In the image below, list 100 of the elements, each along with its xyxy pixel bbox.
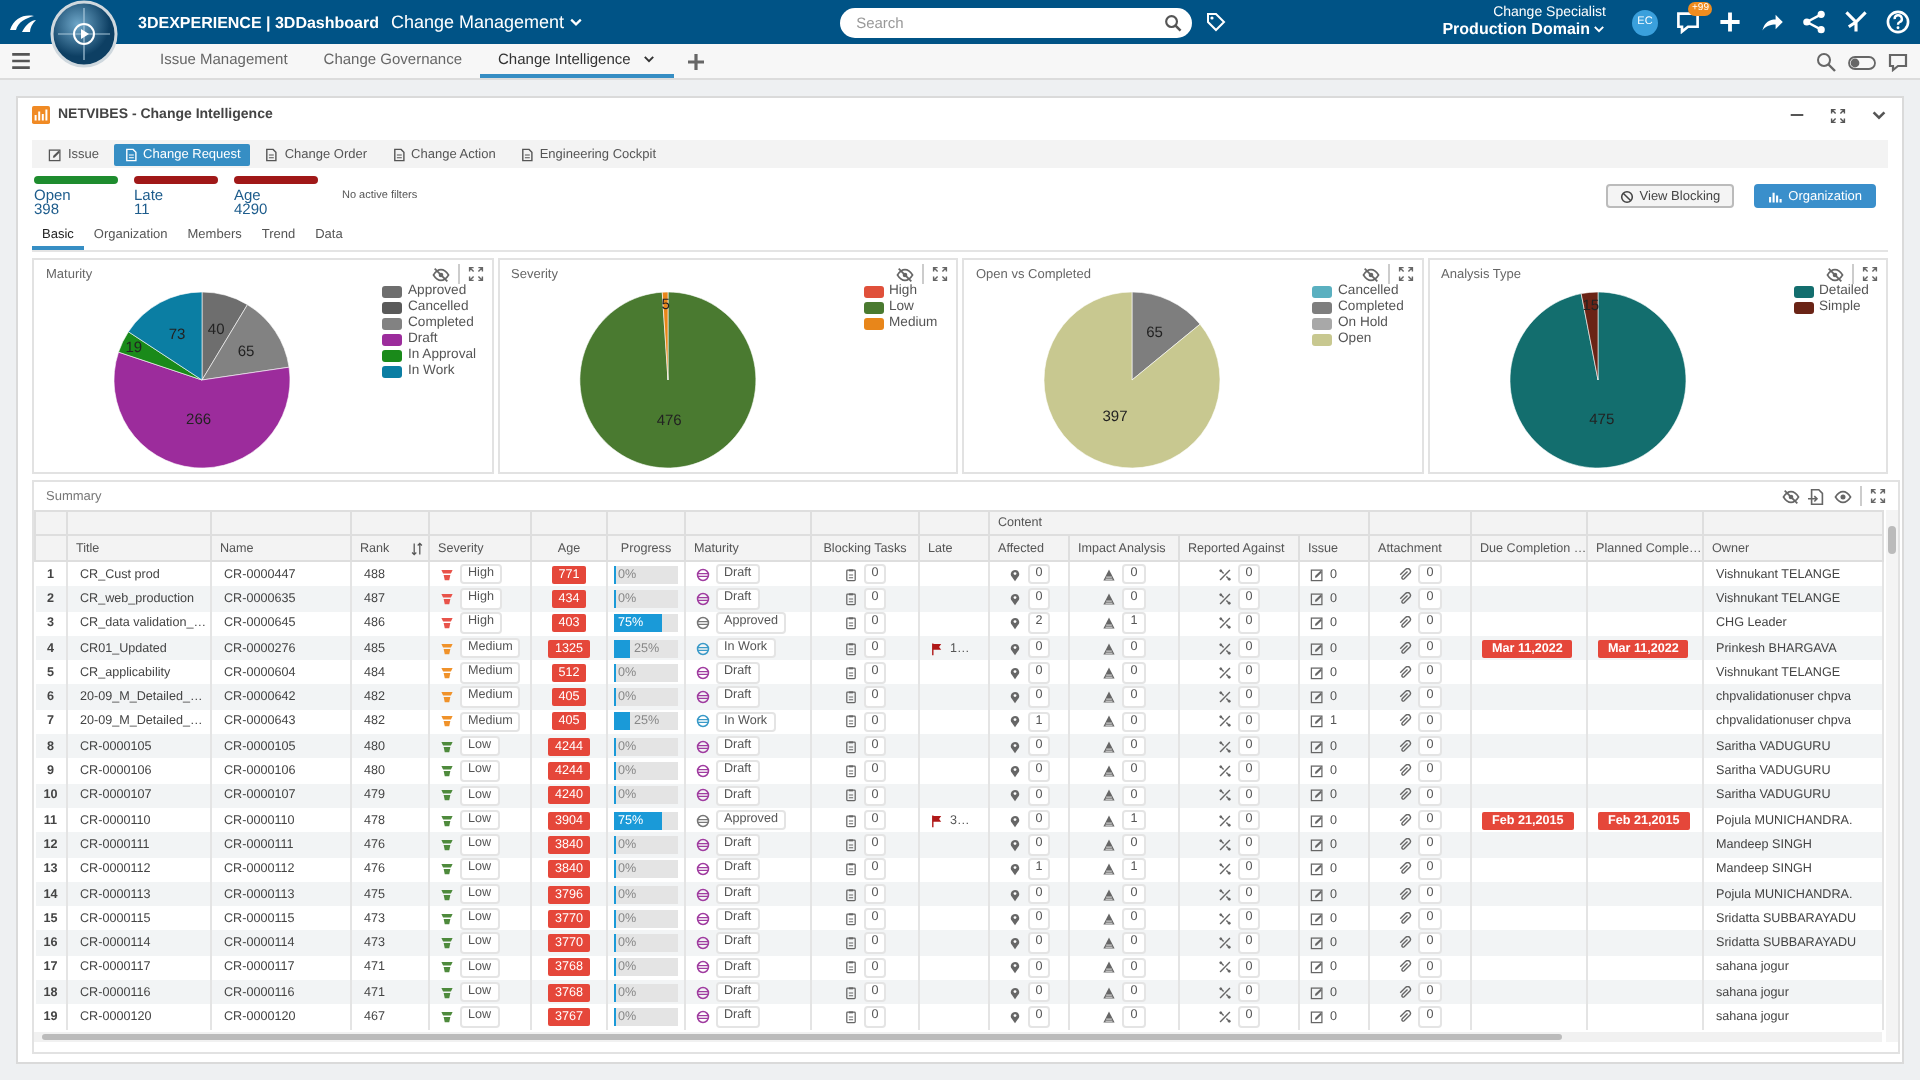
clipboard-icon: [843, 788, 858, 803]
brand-logo-icon: [8, 11, 38, 33]
issue-icon: [1310, 985, 1324, 1000]
document-icon: [48, 147, 62, 161]
pin-icon: [1007, 739, 1022, 754]
maximize-icon[interactable]: [1830, 107, 1846, 123]
issue-icon: [1310, 1009, 1324, 1024]
expand-icon[interactable]: [1397, 266, 1413, 282]
widget-app-icon: [32, 106, 50, 124]
flag-icon: [930, 641, 944, 656]
clipboard-icon: [843, 739, 858, 754]
chevron-icon[interactable]: [1870, 106, 1888, 124]
menu-icon[interactable]: [10, 50, 32, 72]
pin-icon: [1007, 1009, 1022, 1024]
domain-menu[interactable]: Production Domain: [1442, 20, 1606, 39]
issue-icon: [1310, 936, 1324, 951]
hide-icon[interactable]: [1361, 265, 1379, 283]
issue-icon: [1310, 567, 1324, 582]
expand-icon[interactable]: [1862, 266, 1878, 282]
pin-icon: [1007, 911, 1022, 926]
clipboard-icon: [843, 714, 858, 729]
clipboard-icon: [843, 813, 858, 828]
clipboard-icon: [843, 911, 858, 926]
issue-icon: [1310, 714, 1324, 729]
sort-icon[interactable]: [409, 541, 424, 555]
search-icon[interactable]: [1164, 13, 1183, 31]
issue-icon: [1310, 911, 1324, 926]
hide-icon[interactable]: [431, 265, 449, 283]
hide-columns-icon[interactable]: [1782, 487, 1800, 505]
toggle-icon[interactable]: [1848, 51, 1876, 71]
flag-icon: [930, 813, 944, 828]
app-menu[interactable]: Change Management: [391, 12, 585, 32]
clipboard-icon: [843, 887, 858, 901]
export-icon[interactable]: [1808, 487, 1826, 505]
clipboard-icon: [843, 616, 858, 631]
help-icon[interactable]: [1886, 10, 1910, 34]
expand-icon[interactable]: [467, 266, 483, 282]
vertical-scrollbar[interactable]: [1886, 510, 1898, 1042]
horizontal-scrollbar[interactable]: [34, 1031, 1882, 1042]
clipboard-icon: [843, 690, 858, 705]
issue-icon: [1310, 591, 1324, 606]
pin-icon: [1007, 641, 1022, 656]
network-icon[interactable]: [1802, 10, 1826, 34]
issue-icon: [1310, 690, 1324, 705]
clipboard-icon: [843, 1009, 858, 1024]
pin-icon: [1007, 690, 1022, 705]
brand-title: 3DEXPERIENCE | 3DDashboard: [138, 13, 379, 31]
issue-icon: [1310, 862, 1324, 877]
clipboard-icon: [843, 862, 858, 877]
issue-icon: [1310, 887, 1324, 901]
clipboard-icon: [843, 764, 858, 779]
issue-icon: [1310, 837, 1324, 852]
people-search-icon[interactable]: [1816, 51, 1836, 71]
expand-icon[interactable]: [1870, 488, 1886, 504]
tag-icon[interactable]: [1206, 12, 1227, 32]
share-icon[interactable]: [1760, 10, 1784, 34]
pin-icon: [1007, 837, 1022, 852]
caret-icon: [1592, 22, 1606, 37]
document-icon: [264, 147, 279, 161]
compass-icon[interactable]: [50, 0, 118, 68]
pin-icon: [1007, 616, 1022, 631]
pin-icon: [1007, 665, 1022, 680]
clipboard-icon: [843, 936, 858, 951]
plus-icon[interactable]: [1718, 10, 1742, 34]
pin-icon: [1007, 960, 1022, 975]
issue-icon: [1310, 641, 1324, 656]
pin-icon: [1007, 862, 1022, 877]
expand-icon[interactable]: [932, 266, 948, 282]
issue-icon: [1310, 616, 1324, 631]
clipboard-icon: [843, 960, 858, 975]
issue-icon: [1310, 813, 1324, 828]
clipboard-icon: [843, 641, 858, 656]
clipboard-icon: [843, 665, 858, 680]
ban-icon: [1619, 189, 1634, 203]
pin-icon: [1007, 764, 1022, 779]
issue-icon: [1310, 960, 1324, 975]
pin-icon: [1007, 813, 1022, 828]
pin-icon: [1007, 591, 1022, 606]
chat-icon[interactable]: [1676, 10, 1700, 34]
issue-icon: [1310, 788, 1324, 803]
hide-icon[interactable]: [1826, 265, 1844, 283]
pin-icon: [1007, 714, 1022, 729]
message-icon[interactable]: [1888, 51, 1908, 71]
pin-icon: [1007, 887, 1022, 901]
caret-icon: [568, 14, 585, 30]
document-icon: [519, 147, 534, 161]
issue-icon: [1310, 764, 1324, 779]
pin-icon: [1007, 788, 1022, 803]
clipboard-icon: [843, 837, 858, 852]
add-tab-icon[interactable]: [686, 51, 707, 71]
clipboard-icon: [843, 985, 858, 1000]
issue-icon: [1310, 665, 1324, 680]
document-icon: [391, 147, 406, 161]
pin-icon: [1007, 936, 1022, 951]
pin-icon: [1007, 985, 1022, 1000]
clipboard-icon: [843, 591, 858, 606]
caret-icon: [642, 52, 657, 66]
hide-icon[interactable]: [896, 265, 914, 283]
pin-icon: [1007, 567, 1022, 582]
show-icon[interactable]: [1834, 487, 1852, 505]
